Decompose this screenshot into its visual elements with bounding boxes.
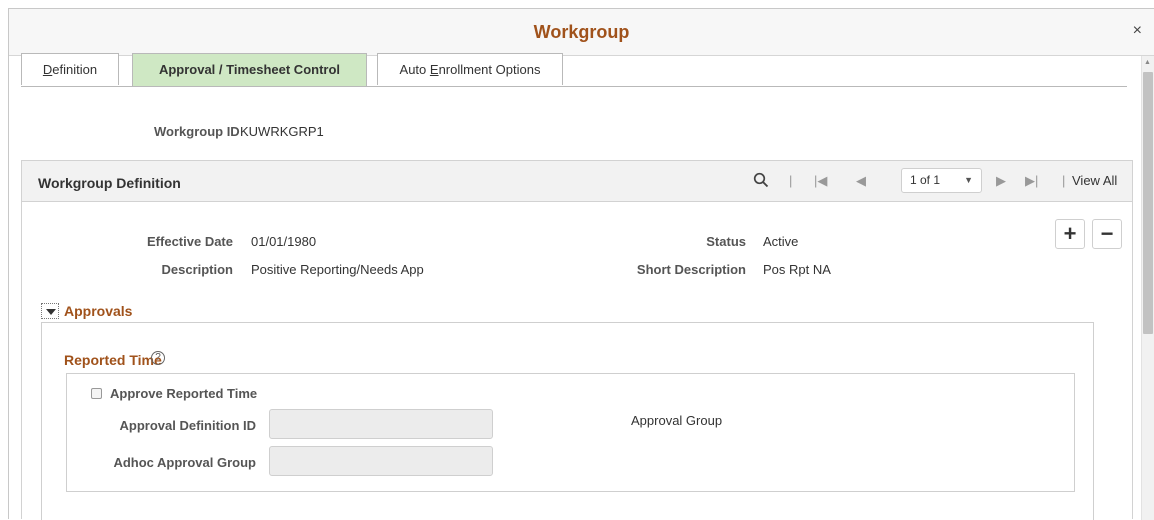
reported-time-title: Reported Time [64, 352, 162, 368]
tab-auto-enrollment-options[interactable]: Auto Enrollment Options [377, 53, 563, 85]
description-value: Positive Reporting/Needs App [251, 262, 424, 277]
dropdown-caret-icon: ▼ [964, 175, 973, 185]
add-row-button[interactable]: + [1055, 219, 1085, 249]
adhoc-approval-group-label: Adhoc Approval Group [113, 455, 256, 470]
page-selector[interactable]: 1 of 1 ▼ [901, 168, 982, 193]
help-icon[interactable]: ? [151, 351, 165, 365]
page-selector-value: 1 of 1 [910, 173, 941, 187]
approval-definition-id-input[interactable] [269, 409, 493, 439]
approve-reported-time-label[interactable]: Approve Reported Time [110, 386, 257, 401]
description-label: Description [161, 262, 233, 277]
last-page-icon[interactable]: ▶| [1025, 173, 1038, 189]
short-description-value: Pos Rpt NA [763, 262, 831, 277]
workgroup-definition-header: Workgroup Definition | |◀ ◀ 1 of 1 ▼ ▶ ▶… [21, 160, 1133, 202]
tab-definition-accesskey: D [42, 62, 53, 77]
modal-titlebar: Workgroup × [9, 9, 1154, 56]
effective-date-value: 01/01/1980 [251, 234, 317, 249]
view-all-link[interactable]: View All [1072, 173, 1117, 188]
workgroup-id-value: KUWRKGRP1 [240, 124, 324, 139]
workgroup-definition-title: Workgroup Definition [38, 175, 181, 191]
vertical-scrollbar[interactable]: ▲ [1141, 56, 1154, 520]
nav-separator: | [789, 173, 793, 188]
adhoc-approval-group-input[interactable] [269, 446, 493, 476]
search-icon[interactable] [753, 172, 769, 188]
collapse-triangle-icon [46, 309, 56, 315]
approval-definition-id-label: Approval Definition ID [119, 418, 257, 433]
previous-page-icon[interactable]: ◀ [856, 173, 866, 189]
modal-title: Workgroup [533, 22, 630, 42]
tab-divider [21, 86, 1127, 87]
scroll-up-icon[interactable]: ▲ [1144, 59, 1151, 66]
tab-definition[interactable]: Definition [21, 53, 119, 85]
effective-date-label: Effective Date [147, 234, 233, 249]
approvals-collapse-toggle[interactable] [41, 303, 59, 319]
next-page-icon[interactable]: ▶ [996, 173, 1006, 189]
tab-approval-label: Approval / Timesheet Control [158, 62, 341, 77]
tab-definition-label: efinition [52, 62, 98, 77]
first-page-icon[interactable]: |◀ [814, 173, 827, 189]
tab-auto-label-prefix: Auto [399, 62, 430, 77]
tab-auto-label: nrollment Options [438, 62, 541, 77]
status-label: Status [706, 234, 746, 249]
approve-reported-time-checkbox[interactable] [91, 388, 102, 399]
approvals-section-title[interactable]: Approvals [64, 303, 132, 319]
delete-row-button[interactable]: − [1092, 219, 1122, 249]
tab-approval-timesheet-control[interactable]: Approval / Timesheet Control [132, 53, 367, 87]
workgroup-id-label: Workgroup ID [154, 124, 240, 139]
scrollbar-thumb[interactable] [1143, 72, 1153, 334]
short-description-label: Short Description [636, 262, 746, 277]
close-button[interactable]: × [1133, 22, 1142, 40]
nav-separator: | [1062, 173, 1066, 188]
status-value: Active [763, 234, 799, 249]
tab-auto-accesskey: E [429, 62, 439, 77]
approval-group-label: Approval Group [631, 413, 723, 428]
